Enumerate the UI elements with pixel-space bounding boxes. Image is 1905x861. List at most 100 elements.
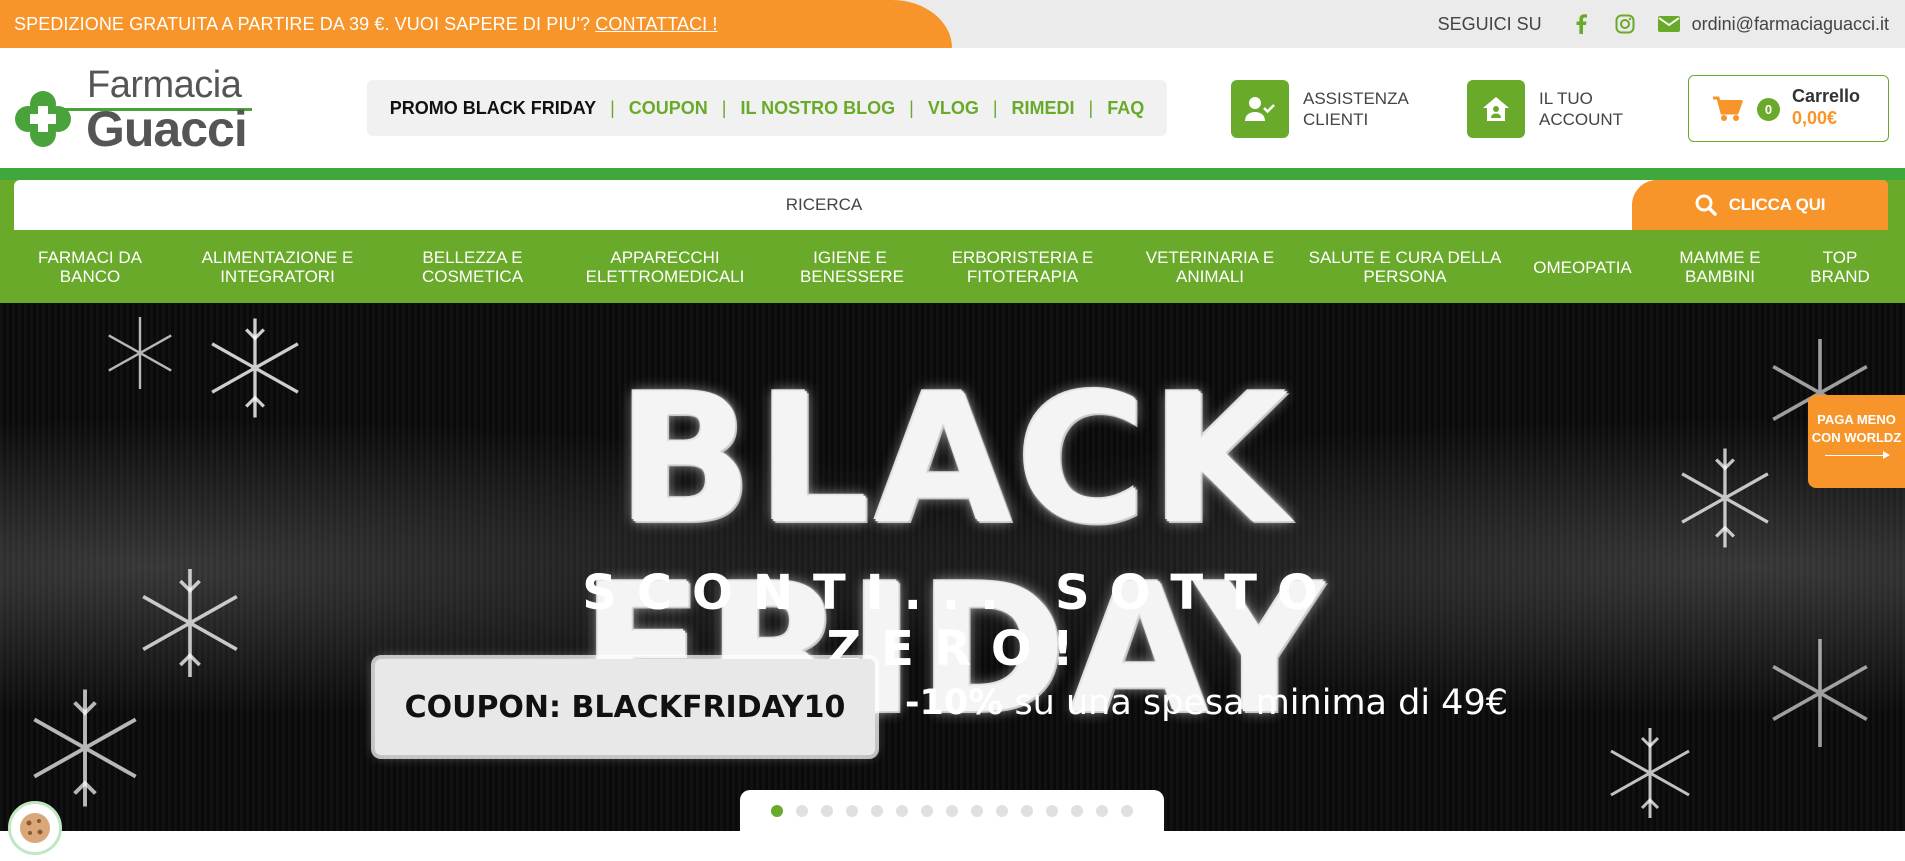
category-top-brand[interactable]: TOP BRAND: [1810, 248, 1870, 286]
snowflake-icon: [142, 569, 238, 677]
promo-text: SPEDIZIONE GRATUITA A PARTIRE DA 39 €. V…: [14, 0, 717, 48]
category-label-line1: ALIMENTAZIONE E: [201, 248, 354, 267]
promo-message: SPEDIZIONE GRATUITA A PARTIRE DA 39 €. V…: [14, 14, 596, 34]
hero-banner[interactable]: BLACK FRIDAY SCONTI... SOTTO ZERO! COUPO…: [0, 303, 1905, 831]
carousel-dot[interactable]: [896, 805, 908, 817]
menu-blog[interactable]: IL NOSTRO BLOG: [732, 98, 903, 119]
carousel-dot[interactable]: [821, 805, 833, 817]
logo[interactable]: Farmacia Guacci: [12, 64, 252, 157]
menu-promo-black-friday[interactable]: PROMO BLACK FRIDAY: [382, 98, 604, 119]
category-label-line2: PERSONA: [1363, 267, 1447, 286]
carousel-dot[interactable]: [946, 805, 958, 817]
follow-label: SEGUICI SU: [1437, 13, 1542, 34]
account-button[interactable]: IL TUO ACCOUNT: [1467, 80, 1623, 138]
carousel-dot[interactable]: [1046, 805, 1058, 817]
search-button[interactable]: CLICCA QUI: [1632, 180, 1888, 230]
carousel-dot[interactable]: [846, 805, 858, 817]
category-label-line1: TOP: [1822, 248, 1858, 267]
facebook-icon[interactable]: [1570, 13, 1592, 35]
category-label-line1: APPARECCHI: [610, 248, 720, 267]
search-input[interactable]: [14, 180, 1634, 230]
menu-coupon[interactable]: COUPON: [621, 98, 716, 119]
menu-separator: |: [610, 97, 615, 118]
menu-faq[interactable]: FAQ: [1099, 98, 1152, 119]
clover-icon: [15, 91, 71, 147]
customer-service-label-line2: CLIENTI: [1303, 110, 1369, 129]
carousel-dot[interactable]: [971, 805, 983, 817]
account-label-line1: IL TUO: [1539, 89, 1593, 108]
carousel-dot[interactable]: [796, 805, 808, 817]
snowflake-icon: [1772, 639, 1868, 747]
cookie-icon: [20, 813, 50, 843]
category-igiene[interactable]: IGIENE E BENESSERE: [800, 248, 904, 286]
menu-separator: |: [909, 97, 914, 118]
logo-text-guacci: Guacci: [86, 101, 248, 157]
menu-rimedi[interactable]: RIMEDI: [1004, 98, 1083, 119]
category-mamme-bambini[interactable]: MAMME E BAMBINI: [1665, 248, 1775, 286]
carousel-dot[interactable]: [1021, 805, 1033, 817]
snowflake-icon: [33, 689, 137, 807]
category-nav: FARMACI DA BANCO ALIMENTAZIONE E INTEGRATO…: [0, 232, 1905, 302]
category-alimentazione[interactable]: ALIMENTAZIONE E INTEGRATORI: [195, 248, 360, 286]
account-label-line2: ACCOUNT: [1539, 110, 1624, 129]
category-label-line1: OMEOPATIA: [1533, 258, 1632, 277]
customer-service-label-line1: ASSISTENZA: [1303, 89, 1409, 108]
mail-icon[interactable]: [1657, 13, 1680, 35]
account-label: IL TUO ACCOUNT: [1539, 88, 1623, 130]
category-label-line1: SALUTE E CURA DELLA: [1308, 248, 1502, 267]
header: Farmacia Guacci PROMO BLACK FRIDAY | COU…: [0, 48, 1905, 168]
category-label-line1: ERBORISTERIA E: [951, 248, 1094, 267]
menu-vlog[interactable]: VLOG: [920, 98, 987, 119]
arrow-right-icon: [1824, 451, 1890, 459]
menu-separator: |: [992, 97, 998, 118]
coupon-code: COUPON: BLACKFRIDAY10: [375, 659, 875, 755]
nav-band-top: [0, 168, 1905, 180]
carousel-dot[interactable]: [871, 805, 883, 817]
customer-service-button[interactable]: ASSISTENZA CLIENTI: [1231, 80, 1409, 138]
user-check-icon: [1231, 80, 1289, 138]
discount-percent: -10%: [905, 683, 1004, 723]
cart-label: Carrello: [1792, 86, 1861, 106]
carousel-dot[interactable]: [921, 805, 933, 817]
category-omeopatia[interactable]: OMEOPATIA: [1525, 258, 1640, 277]
cart-total: 0,00€: [1792, 108, 1838, 128]
category-label-line2: FITOTERAPIA: [966, 267, 1079, 286]
category-label-line1: MAMME E: [1679, 248, 1761, 267]
carousel-dot[interactable]: [1096, 805, 1108, 817]
carousel-dot[interactable]: [1071, 805, 1083, 817]
cart-count-badge: 0: [1757, 98, 1780, 121]
search-icon: [1695, 194, 1717, 216]
category-veterinaria[interactable]: VETERINARIA E ANIMALI: [1140, 248, 1280, 286]
cart-button[interactable]: 0 Carrello 0,00€: [1688, 75, 1889, 142]
category-apparecchi[interactable]: APPARECCHI ELETTROMEDICALI: [585, 248, 745, 286]
category-salute[interactable]: SALUTE E CURA DELLA PERSONA: [1305, 248, 1505, 286]
category-label-line2: BANCO: [59, 267, 121, 286]
discount-text: -10% su una spesa minima di 49€: [905, 683, 1508, 723]
instagram-icon[interactable]: [1614, 13, 1636, 35]
search-bar: CLICCA QUI: [14, 180, 1888, 230]
menu-separator: |: [721, 97, 727, 118]
category-label-line2: BAMBINI: [1685, 267, 1755, 286]
category-label-line2: COSMETICA: [421, 267, 524, 286]
carousel-dot[interactable]: [996, 805, 1008, 817]
carousel-dot[interactable]: [771, 805, 783, 817]
category-erboristeria[interactable]: ERBORISTERIA E FITOTERAPIA: [950, 248, 1095, 286]
category-label-line2: BENESSERE: [800, 267, 904, 286]
carousel-dot[interactable]: [1121, 805, 1133, 817]
category-farmaci-da-banco[interactable]: FARMACI DA BANCO: [30, 248, 150, 286]
search-button-label: CLICCA QUI: [1728, 195, 1826, 214]
carousel-dots: [740, 790, 1164, 832]
contact-link[interactable]: CONTATTACI !: [595, 14, 717, 34]
worldz-tab[interactable]: PAGA MENO CON WORLDZ: [1808, 395, 1905, 488]
top-menu: PROMO BLACK FRIDAY | COUPON | IL NOSTRO …: [367, 80, 1167, 136]
cookie-settings-button[interactable]: [8, 801, 62, 855]
category-bellezza[interactable]: BELLEZZA E COSMETICA: [410, 248, 535, 286]
cart-icon: [1713, 96, 1743, 121]
email-link[interactable]: ordini@farmaciaguacci.it: [1692, 14, 1889, 35]
discount-condition: su una spesa minima di 49€: [1003, 683, 1508, 723]
category-label-line2: BRAND: [1810, 267, 1870, 286]
menu-separator: |: [1088, 97, 1094, 118]
worldz-label-line1: PAGA MENO: [1817, 412, 1896, 427]
social-area: SEGUICI SU ordini@farmaciaguacci.it: [1438, 0, 1889, 48]
snowflake-icon: [1610, 728, 1690, 818]
